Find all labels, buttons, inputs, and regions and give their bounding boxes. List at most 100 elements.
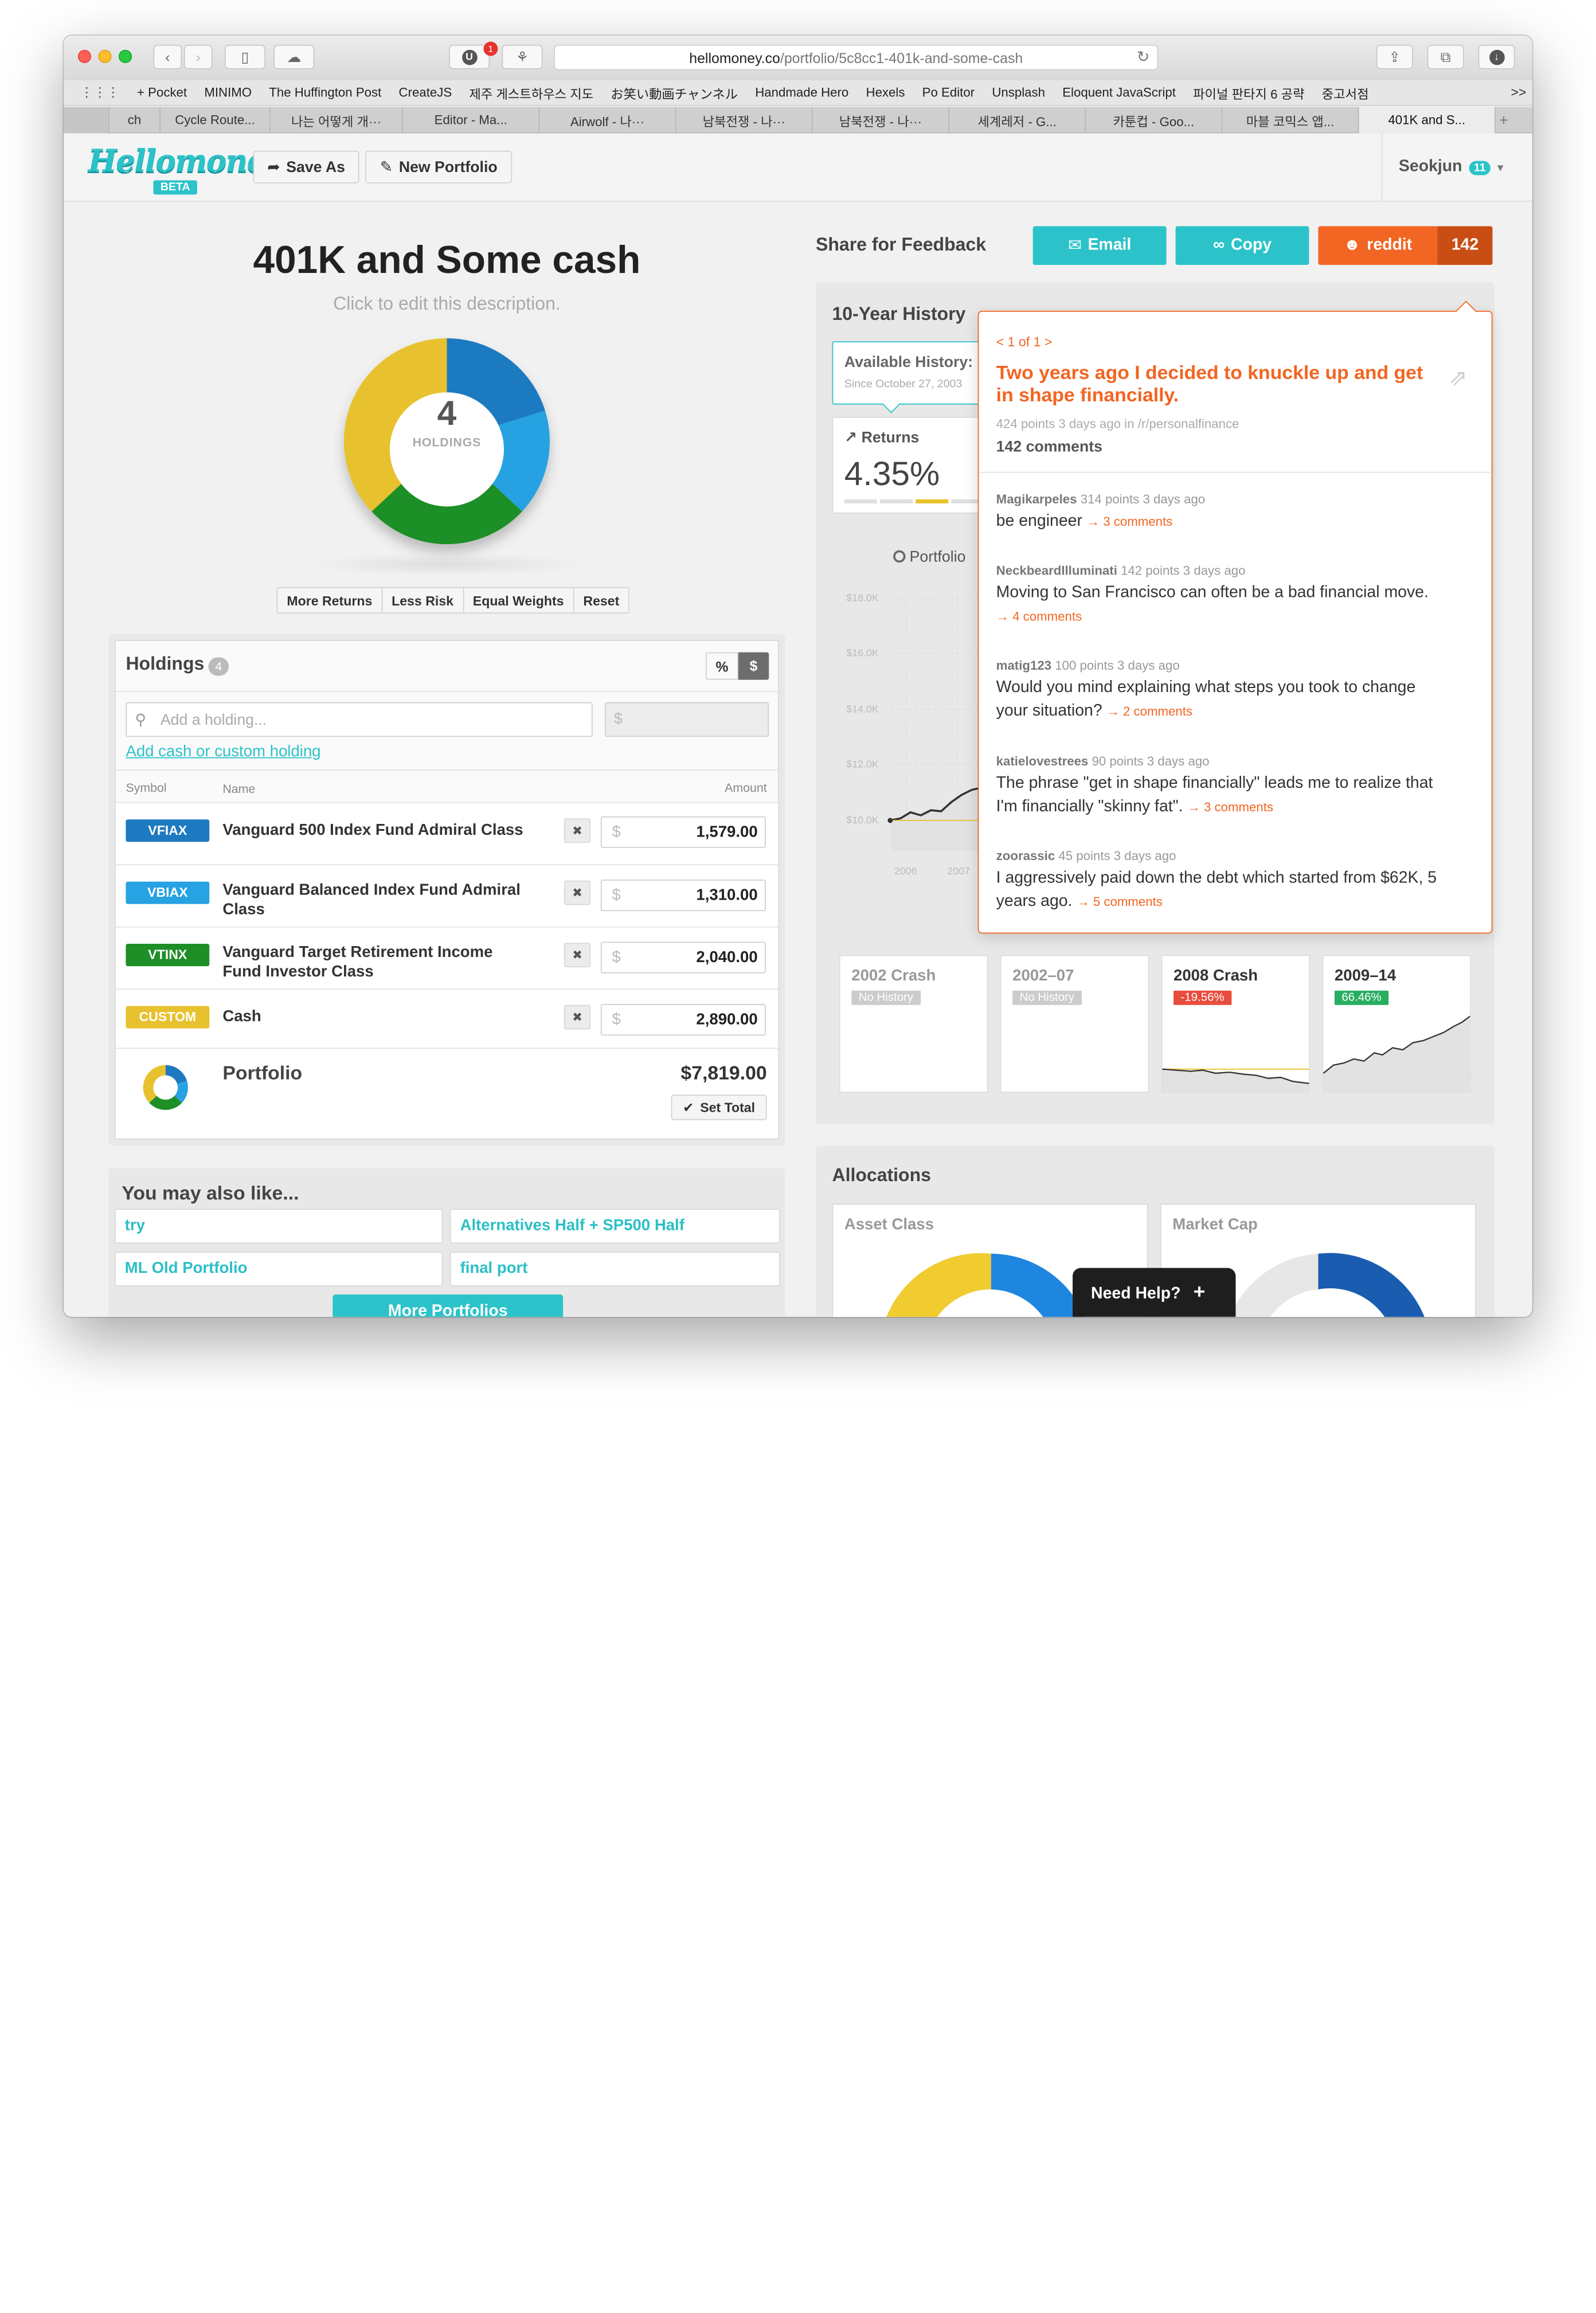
popup-pager[interactable]: < 1 of 1 >: [996, 334, 1053, 350]
browser-tab[interactable]: Cycle Route...: [161, 107, 271, 134]
portfolio-description[interactable]: Click to edit this description.: [108, 294, 785, 315]
reddit-share-button[interactable]: ☻ reddit: [1318, 226, 1438, 265]
bookmark[interactable]: Eloquent JavaScript: [1062, 85, 1176, 100]
returns-card[interactable]: ↗ Returns 4.35%: [832, 416, 985, 514]
browser-tab[interactable]: Editor - Ma...: [403, 107, 540, 134]
radio-icon: [893, 550, 906, 563]
bookmark[interactable]: 파이널 판타지 6 공략: [1193, 83, 1304, 103]
new-tab-icon[interactable]: +: [1496, 107, 1512, 133]
address-bar[interactable]: hellomoney.co/portfolio/5c8cc1-401k-and-…: [554, 45, 1159, 71]
external-link-icon[interactable]: ⇗: [1449, 365, 1468, 391]
browser-tab-active[interactable]: 401K and S...: [1359, 107, 1496, 134]
copy-link-button[interactable]: ∞ Copy: [1175, 226, 1309, 265]
reddit-count[interactable]: 142: [1437, 226, 1493, 265]
remove-holding-button[interactable]: ✖: [564, 1005, 591, 1030]
more-returns-button[interactable]: More Returns: [276, 587, 383, 614]
bookmark[interactable]: Unsplash: [992, 85, 1045, 100]
top-sites-icon[interactable]: ⋮⋮⋮: [80, 84, 119, 100]
comment-replies-link[interactable]: → 3 comments: [1188, 800, 1273, 814]
set-total-button[interactable]: ✔ Set Total: [671, 1095, 767, 1120]
reload-icon[interactable]: ↻: [1137, 48, 1149, 66]
holding-amount-input[interactable]: $2,890.00: [600, 1003, 766, 1036]
zoom-window-icon[interactable]: [119, 49, 132, 64]
browser-tab[interactable]: Airwolf - 나···: [539, 107, 676, 134]
minimize-window-icon[interactable]: [98, 49, 112, 64]
browser-tab[interactable]: 세계레저 - G...: [949, 107, 1086, 134]
bookmarks-overflow-icon[interactable]: >>: [1511, 84, 1526, 100]
holding-amount-input[interactable]: $1,579.00: [600, 816, 766, 848]
portfolio-legend[interactable]: Portfolio: [893, 548, 965, 565]
period-card[interactable]: 2002 Crash No History: [839, 955, 988, 1093]
bookmark[interactable]: 제주 게스트하우스 지도: [469, 83, 593, 103]
holdings-count: 4: [437, 394, 457, 433]
bookmark[interactable]: + Pocket: [137, 85, 187, 100]
browser-tab[interactable]: 나는 어떻게 개···: [271, 107, 404, 134]
history-title: 10-Year History: [832, 303, 966, 325]
browser-tab[interactable]: 남북전쟁 - 나···: [813, 107, 949, 134]
need-help-button[interactable]: Need Help? +: [1073, 1268, 1236, 1317]
y-axis-tick: $14.0K: [846, 704, 879, 716]
comment-replies-link[interactable]: → 3 comments: [1087, 515, 1172, 529]
remove-holding-button[interactable]: ✖: [564, 880, 591, 905]
browser-tab[interactable]: 카툰컵 - Goo...: [1086, 107, 1223, 134]
header-divider: [1381, 133, 1383, 202]
share-icon[interactable]: ⇪: [1376, 45, 1413, 69]
remove-holding-button[interactable]: ✖: [564, 943, 591, 967]
comment-replies-link[interactable]: → 2 comments: [1107, 704, 1192, 718]
add-cash-link[interactable]: Add cash or custom holding: [126, 743, 320, 761]
bookmark[interactable]: Hexels: [866, 85, 905, 100]
browser-tab[interactable]: 마블 코믹스 앱...: [1222, 107, 1359, 134]
remove-holding-button[interactable]: ✖: [564, 818, 591, 843]
bookmark[interactable]: MINIMO: [204, 85, 252, 100]
reddit-post-title[interactable]: Two years ago I decided to knuckle up an…: [996, 363, 1434, 408]
forward-icon[interactable]: ›: [183, 45, 213, 69]
suggestion-item[interactable]: ML Old Portfolio: [114, 1251, 443, 1287]
browser-tab[interactable]: 남북전쟁 - 나···: [676, 107, 813, 134]
extension-icon[interactable]: ⚘: [502, 45, 543, 69]
reddit-comment: Magikarpeles 314 points 3 days ago be en…: [996, 492, 1480, 534]
holdings-count-label: HOLDINGS: [412, 435, 482, 450]
icloud-tabs-icon[interactable]: ☁: [273, 45, 315, 69]
y-axis-tick: $12.0K: [846, 759, 879, 771]
currency-symbol: $: [612, 948, 621, 967]
bookmark[interactable]: CreateJS: [399, 85, 452, 100]
sidebar-icon[interactable]: ▯: [224, 45, 266, 69]
bookmark[interactable]: Handmade Hero: [755, 85, 848, 100]
suggestion-item[interactable]: Alternatives Half + SP500 Half: [449, 1209, 780, 1244]
save-as-button[interactable]: ➦ Save As: [253, 150, 359, 183]
bookmark[interactable]: お笑い動画チャンネル: [611, 83, 738, 103]
dollar-toggle[interactable]: $: [738, 652, 769, 680]
comment-replies-link[interactable]: → 4 comments: [996, 609, 1082, 624]
new-portfolio-button[interactable]: ✎ New Portfolio: [365, 150, 513, 183]
portfolio-title[interactable]: 401K and Some cash: [108, 240, 785, 283]
back-icon[interactable]: ‹: [153, 45, 182, 69]
add-holding-input[interactable]: ⚲ Add a holding...: [126, 702, 593, 737]
currency-symbol: $: [612, 886, 621, 904]
period-card[interactable]: 2002–07 No History: [1000, 955, 1149, 1093]
browser-tab[interactable]: ch: [109, 107, 161, 134]
period-card[interactable]: 2009–14 66.46%: [1322, 955, 1472, 1093]
more-portfolios-button[interactable]: More Portfolios: [332, 1294, 564, 1317]
holding-amount-input[interactable]: $2,040.00: [600, 941, 766, 974]
close-window-icon[interactable]: [77, 49, 92, 64]
bookmark[interactable]: Po Editor: [922, 85, 975, 100]
bookmark[interactable]: The Huffington Post: [269, 85, 381, 100]
pencil-icon: ✎: [380, 159, 393, 177]
less-risk-button[interactable]: Less Risk: [382, 587, 464, 614]
suggestion-item[interactable]: final port: [449, 1251, 780, 1287]
holding-amount-input[interactable]: $1,310.00: [600, 880, 766, 912]
email-share-button[interactable]: ✉ Email: [1032, 226, 1167, 265]
percent-toggle[interactable]: %: [706, 652, 738, 680]
period-card[interactable]: 2008 Crash -19.56%: [1161, 955, 1311, 1093]
holdings-badge: 4: [208, 657, 229, 676]
tabs-overview-icon[interactable]: ⧉: [1427, 45, 1464, 69]
user-menu[interactable]: Seokjun 11 ▼: [1399, 158, 1505, 176]
bookmark[interactable]: 중고서점: [1322, 83, 1369, 103]
suggestion-item[interactable]: try: [114, 1209, 443, 1244]
downloads-icon[interactable]: ↓: [1478, 45, 1515, 69]
comment-replies-link[interactable]: → 5 comments: [1077, 895, 1162, 909]
reddit-post-comments[interactable]: 142 comments: [996, 438, 1102, 455]
equal-weights-button[interactable]: Equal Weights: [463, 587, 574, 614]
reset-button[interactable]: Reset: [574, 587, 630, 614]
add-amount-input[interactable]: $: [605, 702, 769, 737]
